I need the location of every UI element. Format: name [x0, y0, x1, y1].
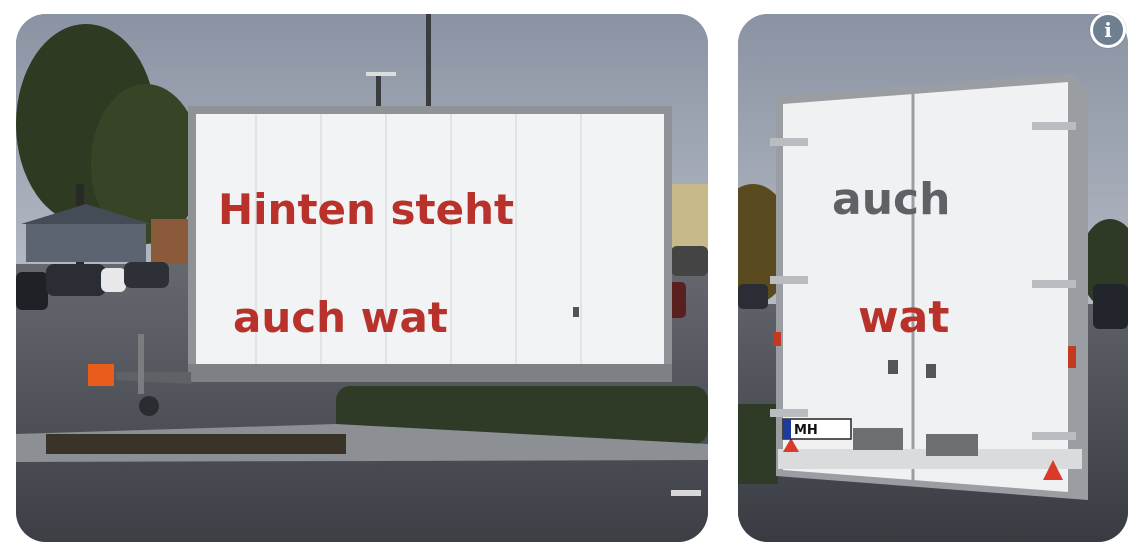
- info-glyph: i: [1093, 15, 1123, 45]
- trailer-text-line-1: auch: [832, 174, 950, 225]
- trailer-rear-scene: MH auch wat: [738, 14, 1128, 542]
- number-plate-text: MH: [794, 423, 818, 438]
- trailer-text-line-2: wat: [858, 292, 949, 343]
- trailer-text-line-1: Hinten steht: [218, 185, 514, 234]
- building: [666, 184, 708, 254]
- photo-trailer-side: Hinten steht auch wat: [16, 14, 708, 542]
- info-icon[interactable]: i: [1090, 12, 1126, 48]
- house: [26, 222, 146, 262]
- parked-car: [738, 284, 768, 309]
- trailer-side-scene: Hinten steht auch wat: [16, 14, 708, 542]
- photo-trailer-rear: MH auch wat: [738, 14, 1128, 542]
- trailer-text-line-2: auch wat: [233, 293, 448, 342]
